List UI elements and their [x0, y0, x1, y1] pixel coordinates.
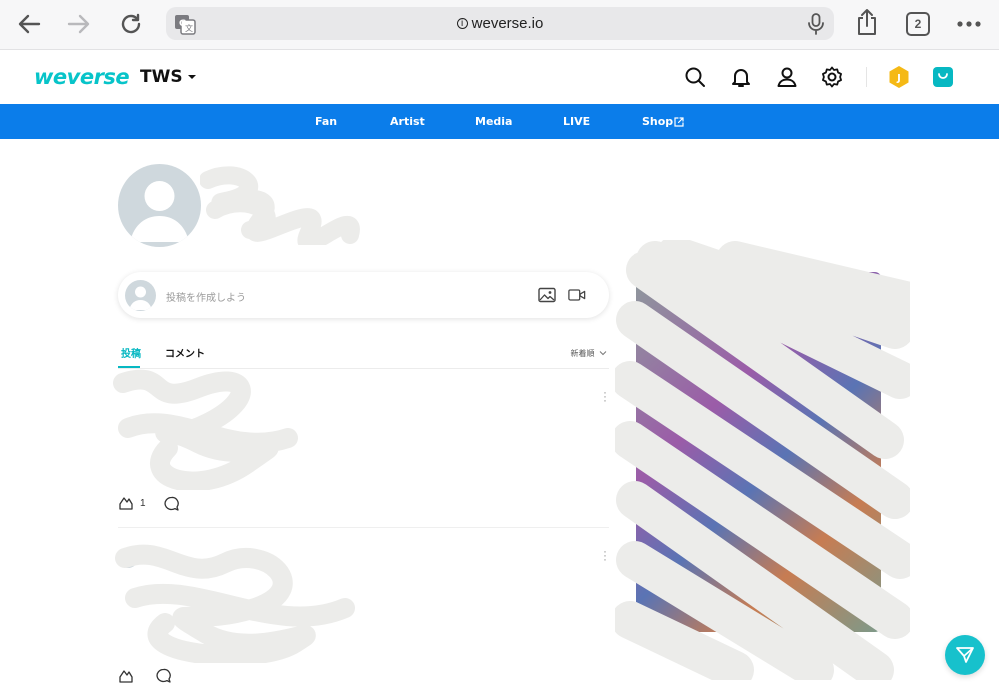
more-horizontal-icon: [957, 21, 981, 27]
nav-artist[interactable]: Artist: [390, 115, 425, 128]
user-icon[interactable]: [775, 65, 799, 89]
cheer-icon: [119, 497, 133, 510]
nav-shop[interactable]: Shop: [642, 115, 673, 128]
jelly-icon[interactable]: J: [887, 65, 911, 89]
send-icon: [956, 647, 974, 663]
post-composer[interactable]: 投稿を作成しよう: [118, 272, 609, 318]
community-name: TWS: [140, 67, 183, 87]
sort-dropdown[interactable]: 新着順: [570, 348, 607, 359]
profile-avatar[interactable]: [118, 164, 201, 247]
header-divider: [866, 67, 867, 87]
comment-icon: [156, 668, 171, 683]
app-header: weverse TWS J: [0, 51, 999, 104]
url-text: weverse.io: [471, 15, 544, 32]
external-link-icon: [674, 117, 684, 127]
reload-icon: [121, 13, 141, 34]
redacted-scribble: [200, 166, 360, 245]
microphone-icon[interactable]: [806, 13, 826, 35]
cheer-icon: [119, 670, 133, 683]
tabs-button[interactable]: 2: [906, 12, 930, 36]
browser-toolbar: G文 i weverse.io 2: [0, 0, 999, 50]
share-button[interactable]: [852, 8, 882, 36]
avatar: [125, 280, 156, 311]
translate-icon[interactable]: G文: [174, 13, 196, 35]
avatar: [118, 548, 138, 568]
post-reaction[interactable]: [118, 668, 140, 684]
weverse-logo[interactable]: weverse: [34, 65, 130, 89]
gear-icon[interactable]: [820, 65, 844, 89]
post-menu-button[interactable]: · · ·: [602, 386, 608, 406]
redacted-post-content: [113, 369, 298, 490]
search-icon[interactable]: [683, 65, 707, 89]
comment-icon: [164, 496, 179, 511]
image-icon[interactable]: [538, 287, 556, 303]
arrow-right-icon: [67, 14, 90, 34]
shop-bag-icon[interactable]: [933, 67, 953, 87]
post-divider: [118, 527, 609, 528]
caret-down-icon: [187, 75, 196, 79]
video-icon[interactable]: [568, 287, 586, 303]
chevron-down-icon: [599, 351, 607, 356]
media-card[interactable]: [636, 272, 881, 632]
nav-media[interactable]: Media: [475, 115, 512, 128]
nav-fan[interactable]: Fan: [315, 115, 337, 128]
address-bar[interactable]: G文 i weverse.io: [166, 7, 834, 40]
redacted-post-content: [115, 544, 355, 663]
active-tab-indicator: [118, 366, 140, 368]
comment-button[interactable]: [155, 668, 172, 689]
comment-button[interactable]: [163, 496, 180, 517]
sort-label: 新着順: [570, 349, 595, 358]
share-icon: [858, 9, 876, 35]
forward-button[interactable]: [64, 10, 94, 38]
bell-icon[interactable]: [729, 65, 753, 89]
svg-text:文: 文: [185, 23, 193, 33]
community-selector[interactable]: TWS: [140, 67, 197, 87]
tab-comments[interactable]: コメント: [165, 345, 205, 360]
composer-placeholder: 投稿を作成しよう: [166, 293, 246, 304]
nav-live[interactable]: LIVE: [563, 115, 590, 128]
back-button[interactable]: [14, 10, 44, 38]
more-button[interactable]: [954, 10, 984, 38]
post-menu-button[interactable]: · · ·: [602, 545, 608, 565]
community-nav: Fan Artist Media LIVE Shop: [0, 104, 999, 139]
arrow-left-icon: [18, 14, 41, 34]
write-post-button[interactable]: [945, 635, 985, 675]
info-icon[interactable]: i: [456, 18, 468, 29]
reaction-count: 1: [140, 497, 146, 509]
feed-tabs: 投稿 コメント 新着順: [118, 340, 609, 369]
post-reaction[interactable]: 1: [118, 495, 146, 511]
tab-posts[interactable]: 投稿: [121, 345, 141, 360]
reload-button[interactable]: [116, 10, 146, 38]
jelly-label: J: [896, 73, 901, 84]
